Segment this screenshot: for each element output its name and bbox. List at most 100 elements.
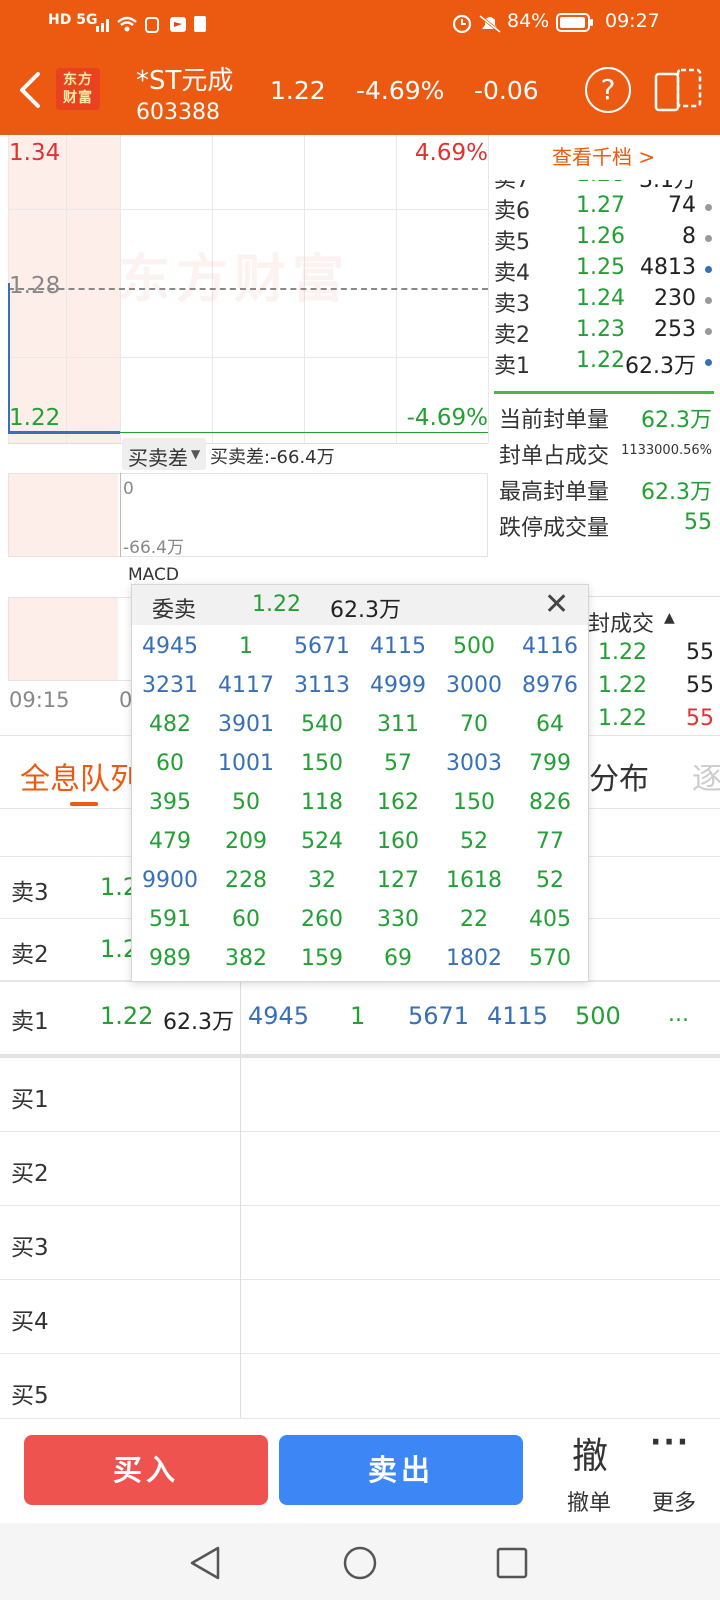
- queue-buy-row[interactable]: 买5: [0, 1354, 720, 1428]
- book-level-price: 1.25: [576, 255, 625, 280]
- more-button[interactable]: ··· 更多: [640, 1419, 710, 1524]
- back-arrow-icon[interactable]: [16, 70, 42, 110]
- book-level-price: 1.26: [576, 224, 625, 249]
- queue-sell1-price: 1.22: [100, 1002, 154, 1030]
- popup-order-size: 799: [529, 751, 571, 776]
- queue-more[interactable]: ...: [668, 1002, 689, 1027]
- book-level-label: 卖2: [494, 323, 530, 348]
- popup-order-size: 159: [301, 946, 343, 971]
- popup-order-size: 540: [301, 712, 343, 737]
- order-book-row[interactable]: 卖6 1.27 74: [494, 193, 714, 224]
- tab-queue[interactable]: 全息队列: [20, 754, 140, 798]
- popup-order-size: 395: [149, 790, 191, 815]
- queue-sell1-volume: 62.3万: [163, 1010, 234, 1035]
- book-level-label: 卖3: [494, 292, 530, 317]
- change-percent: -4.69%: [356, 76, 445, 105]
- tab-next[interactable]: 逐: [692, 754, 720, 798]
- book-level-label: 卖5: [494, 230, 530, 255]
- book-level-volume: 4813: [640, 255, 696, 280]
- battery-icon: [556, 13, 593, 32]
- indicator-selector[interactable]: 买卖差 ▼: [122, 438, 206, 470]
- sell-button[interactable]: 卖出: [279, 1435, 523, 1505]
- queue-row-label: 买4: [11, 1309, 49, 1335]
- order-book-row[interactable]: 卖3 1.24 230: [494, 286, 714, 317]
- popup-order-size: 3003: [446, 751, 502, 776]
- queue-buy-row[interactable]: 买3: [0, 1206, 720, 1280]
- popup-order-size: 228: [225, 868, 267, 893]
- queue-order-size: 1: [350, 1002, 366, 1030]
- queue-row-label: 买1: [11, 1087, 49, 1113]
- level-dot-icon: [705, 204, 712, 211]
- popup-order-size: 4115: [370, 634, 426, 659]
- queue-row-label: 买3: [11, 1235, 49, 1261]
- tab-distribution[interactable]: 分布: [589, 754, 649, 798]
- book-level-volume: 62.3万: [625, 354, 696, 379]
- alarm-mute-icons: [452, 14, 501, 34]
- popup-order-size: 4116: [522, 634, 578, 659]
- indicator-value: 买卖差:-66.4万: [210, 447, 335, 468]
- nav-home-icon[interactable]: [342, 1545, 378, 1581]
- seal-stat-value: 62.3万: [641, 408, 712, 433]
- book-level-price: 1.24: [576, 286, 625, 311]
- queue-row-label: 买2: [11, 1161, 49, 1187]
- order-book-row[interactable]: 卖2 1.23 253: [494, 317, 714, 348]
- trade-header[interactable]: 封成交: [588, 606, 654, 638]
- buy-button[interactable]: 买入: [24, 1435, 268, 1505]
- popup-order-size: 118: [301, 790, 343, 815]
- queue-row-label: 买5: [11, 1383, 49, 1409]
- book-divider: [494, 391, 714, 394]
- current-price: 1.22: [270, 76, 326, 105]
- pct-high-label: 4.69%: [414, 140, 488, 166]
- seal-stat-label: 封单占成交: [499, 444, 610, 469]
- order-book-row[interactable]: 卖5 1.26 8: [494, 224, 714, 255]
- cancel-order-button[interactable]: 撤 撤单: [555, 1419, 625, 1524]
- popup-order-size: 4945: [142, 634, 198, 659]
- book-level-volume: 230: [654, 286, 696, 311]
- popup-order-size: 1618: [446, 868, 502, 893]
- trade-price: 1.22: [598, 673, 647, 698]
- sub-chart-bottom: -66.4万: [123, 538, 184, 558]
- popup-order-size: 382: [225, 946, 267, 971]
- time-start: 09:15: [9, 688, 70, 712]
- price-high-label: 1.34: [9, 140, 61, 166]
- trade-price: 1.22: [598, 640, 647, 665]
- popup-order-size: 150: [453, 790, 495, 815]
- trade-volume: 55: [686, 706, 714, 731]
- help-button[interactable]: ?: [585, 67, 631, 113]
- queue-buy-row[interactable]: 买1: [0, 1058, 720, 1132]
- popup-title: 委卖: [152, 598, 197, 623]
- popup-order-size: 8976: [522, 673, 578, 698]
- cancel-label: 撤单: [567, 1491, 612, 1516]
- order-book-row[interactable]: 卖1 1.22 62.3万: [494, 348, 714, 379]
- book-level-volume: 8: [682, 224, 696, 249]
- order-book-row[interactable]: 卖4 1.25 4813: [494, 255, 714, 286]
- view-more-depth-link[interactable]: 查看千档 >: [552, 141, 655, 170]
- nav-recents-icon[interactable]: [494, 1545, 530, 1581]
- queue-row-label: 卖2: [11, 942, 49, 968]
- queue-buy-row[interactable]: 买2: [0, 1132, 720, 1206]
- switch-layout-icon[interactable]: [654, 68, 704, 114]
- close-icon[interactable]: ✕: [544, 587, 569, 622]
- stock-name: *ST元成: [136, 66, 234, 96]
- nav-back-icon[interactable]: [188, 1545, 224, 1581]
- popup-order-size: 524: [301, 829, 343, 854]
- popup-order-size: 150: [301, 751, 343, 776]
- order-queue-popup: 委卖 1.22 62.3万 ✕ 4945 1 5671 4115 500 4116 3231…: [131, 584, 589, 982]
- popup-order-size: 160: [377, 829, 419, 854]
- popup-order-size: 52: [460, 829, 488, 854]
- queue-buy-row[interactable]: 买4: [0, 1280, 720, 1354]
- price-line: [8, 431, 120, 434]
- top-header: HD 5G 84% 09:27 东方财富 *ST元成 603388 1.22 -…: [0, 0, 720, 135]
- book-level-label: 卖1: [494, 354, 530, 379]
- queue-sell1-row[interactable]: 卖1 1.22 62.3万 4945 1 5671 4115 500 ...: [0, 981, 720, 1058]
- popup-order-size: 311: [377, 712, 419, 737]
- popup-order-size: 77: [536, 829, 564, 854]
- more-icon: ···: [650, 1425, 691, 1460]
- popup-price: 1.22: [252, 592, 301, 617]
- popup-order-size: 69: [384, 946, 412, 971]
- popup-order-size: 209: [225, 829, 267, 854]
- popup-order-size: 3000: [446, 673, 502, 698]
- queue-order-size: 500: [575, 1002, 621, 1030]
- popup-order-size: 162: [377, 790, 419, 815]
- queue-order-size: 4945: [248, 1002, 310, 1030]
